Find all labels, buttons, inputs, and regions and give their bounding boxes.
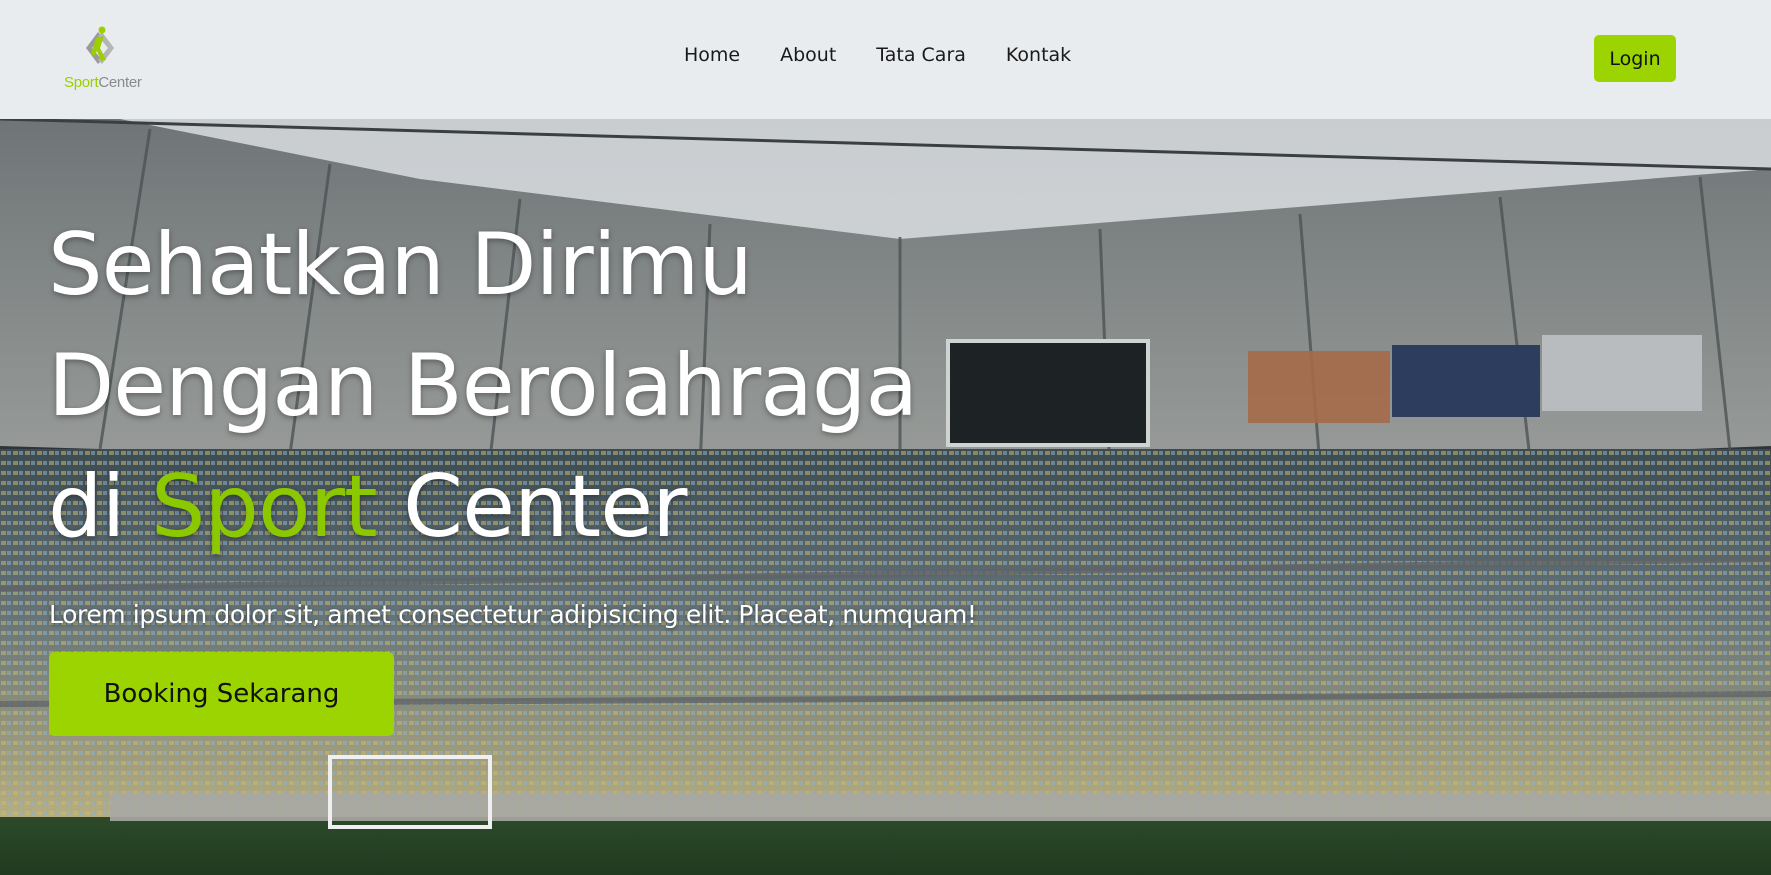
nav-tata-cara[interactable]: Tata Cara xyxy=(876,44,966,66)
hero-heading-line-2: Dengan Berolahraga xyxy=(48,336,918,436)
hero-subtitle: Lorem ipsum dolor sit, amet consectetur … xyxy=(49,600,977,629)
hero-heading-line-1: Sehatkan Dirimu xyxy=(48,215,753,315)
hero-heading-accent: Sport xyxy=(150,457,378,557)
hero-heading-suffix: Center xyxy=(376,457,687,557)
logo-wordmark: SportCenter xyxy=(64,74,142,91)
main-nav: Home About Tata Cara Kontak xyxy=(684,44,1111,66)
login-button[interactable]: Login xyxy=(1594,35,1676,82)
nav-about[interactable]: About xyxy=(780,44,836,66)
booking-button[interactable]: Booking Sekarang xyxy=(49,652,394,736)
hero-heading-prefix: di xyxy=(48,457,151,557)
nav-home[interactable]: Home xyxy=(684,44,740,66)
hero-section: Sehatkan Dirimu Dengan Berolahraga di Sp… xyxy=(0,119,1771,875)
nav-kontak[interactable]: Kontak xyxy=(1006,44,1071,66)
hero-heading: Sehatkan Dirimu Dengan Berolahraga di Sp… xyxy=(48,205,918,568)
sport-center-logo-icon xyxy=(86,26,114,64)
brand-logo[interactable]: SportCenter xyxy=(62,18,142,98)
navbar: SportCenter Home About Tata Cara Kontak … xyxy=(0,0,1771,119)
